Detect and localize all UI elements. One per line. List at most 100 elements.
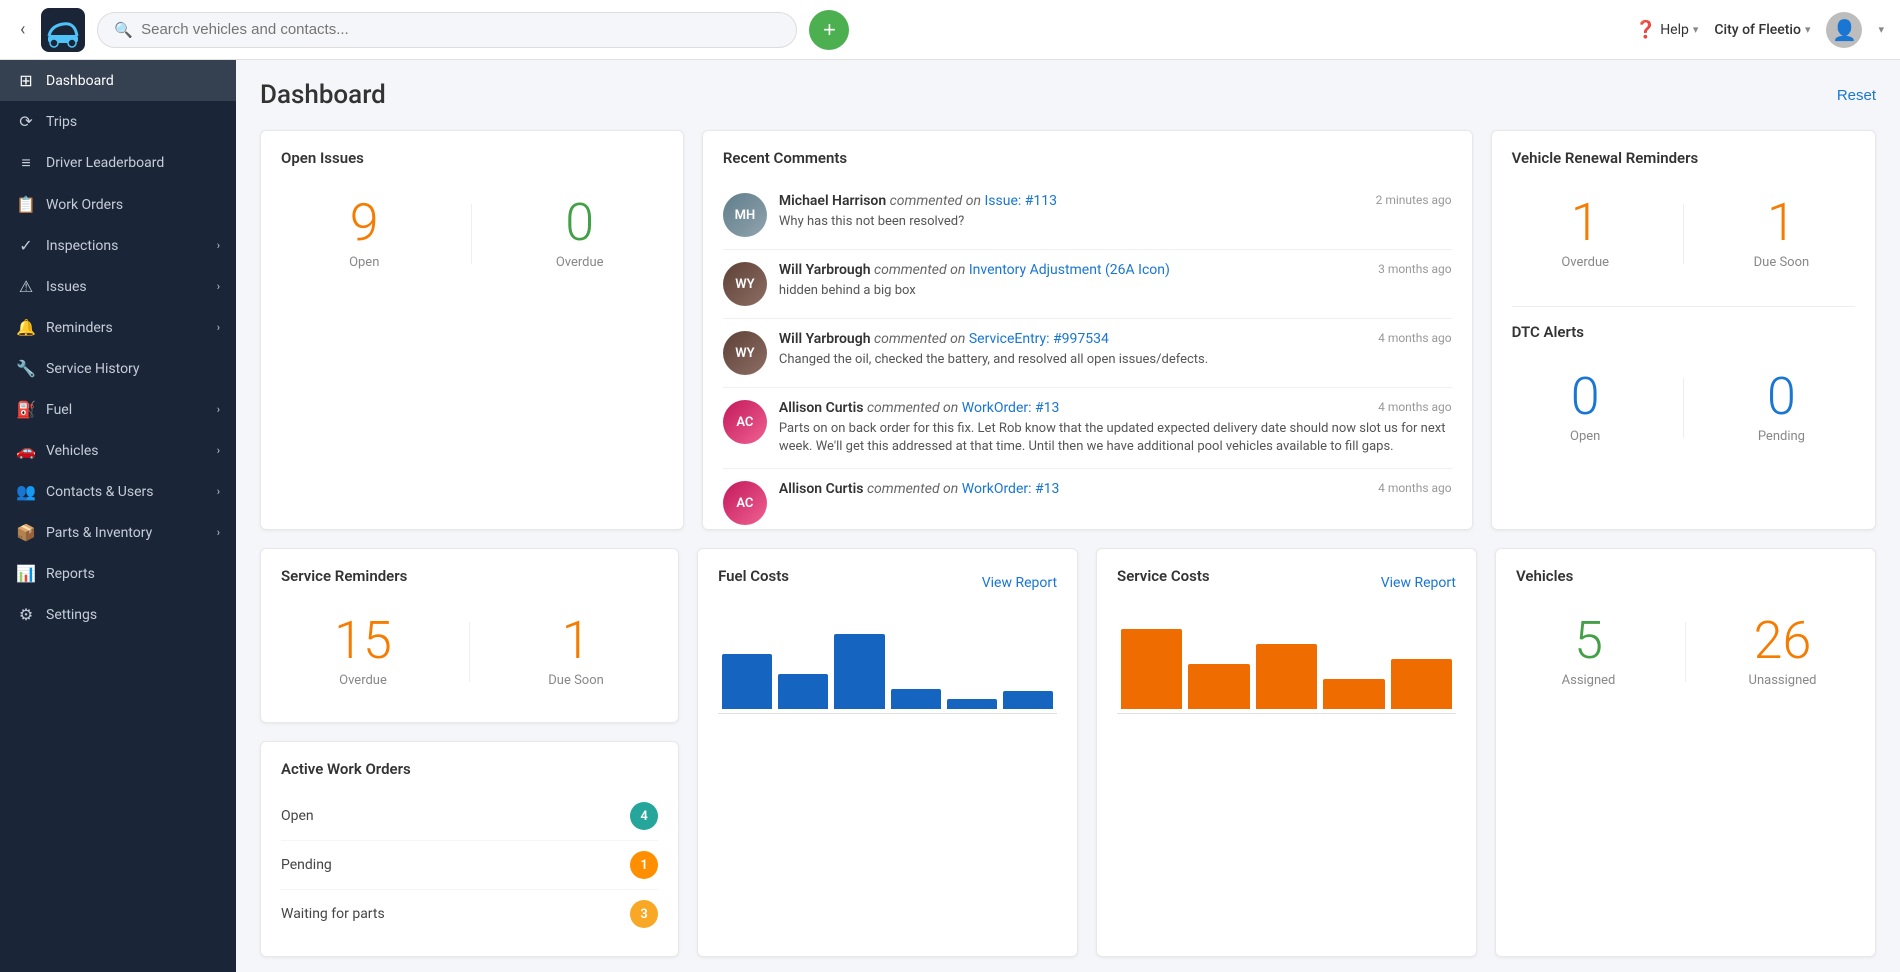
service-reminders-due-soon-value: 1 (494, 615, 658, 667)
sidebar-chevron-fuel: › (217, 403, 220, 416)
back-button[interactable]: ‹ (16, 15, 29, 44)
avatar-chevron: ▾ (1878, 23, 1884, 36)
user-avatar[interactable]: 👤 (1826, 12, 1862, 48)
work-order-row: Pending 1 (281, 841, 658, 890)
comment-link[interactable]: WorkOrder: #13 (962, 400, 1060, 416)
comment-link[interactable]: ServiceEntry: #997534 (969, 331, 1109, 347)
search-bar[interactable]: 🔍 (97, 12, 797, 48)
comment-text: Changed the oil, checked the battery, an… (779, 351, 1452, 369)
help-menu[interactable]: ❓ Help ▾ (1635, 20, 1698, 40)
sidebar-icon-work-orders: 📋 (16, 195, 36, 214)
sidebar-chevron-contacts-users: › (217, 485, 220, 498)
fuel-chart-baseline (718, 713, 1057, 714)
vehicles-card: Vehicles 5 Assigned 26 Unassigned (1495, 548, 1876, 957)
comment-item: AC Allison Curtis commented on WorkOrder… (723, 388, 1452, 469)
sidebar-item-contacts-users[interactable]: 👥 Contacts & Users › (0, 471, 236, 512)
comment-body: Allison Curtis commented on WorkOrder: #… (779, 400, 1452, 456)
comment-avatar: MH (723, 193, 767, 237)
sidebar-icon-driver-leaderboard: ≡ (16, 153, 36, 173)
work-order-row: Waiting for parts 3 (281, 890, 658, 938)
sidebar-item-reports[interactable]: 📊 Reports (0, 553, 236, 594)
divider (469, 622, 470, 682)
fuel-chart (718, 609, 1057, 709)
comment-item: WY Will Yarbrough commented on Inventory… (723, 250, 1452, 319)
service-costs-card: Service Costs View Report (1096, 548, 1477, 957)
bar (1188, 664, 1249, 709)
sidebar-item-parts-inventory[interactable]: 📦 Parts & Inventory › (0, 512, 236, 553)
org-menu[interactable]: City of Fleetio ▾ (1714, 22, 1810, 38)
sidebar-item-trips[interactable]: ⟳ Trips (0, 101, 236, 142)
sidebar-item-settings[interactable]: ⚙ Settings (0, 594, 236, 635)
service-reminders-overdue: 15 Overdue (281, 615, 445, 688)
help-label: Help (1660, 22, 1689, 38)
comment-header: Allison Curtis commented on WorkOrder: #… (779, 400, 1452, 416)
comment-author: Allison Curtis commented on WorkOrder: #… (779, 481, 1059, 497)
sidebar-chevron-inspections: › (217, 239, 220, 252)
comment-time: 4 months ago (1378, 400, 1452, 414)
bar (1256, 644, 1317, 709)
comment-body: Will Yarbrough commented on Inventory Ad… (779, 262, 1452, 306)
service-chart-baseline (1117, 713, 1456, 714)
comment-text: Why has this not been resolved? (779, 213, 1452, 231)
add-button[interactable]: + (809, 10, 849, 50)
comment-link[interactable]: Issue: #113 (984, 193, 1057, 209)
open-issues-card: Open Issues 9 Open 0 Overdue (260, 130, 684, 530)
comment-time: 4 months ago (1378, 331, 1452, 345)
comment-link[interactable]: Inventory Adjustment (26A Icon) (969, 262, 1170, 278)
sidebar-item-inspections[interactable]: ✓ Inspections › (0, 225, 236, 266)
comments-list: MH Michael Harrison commented on Issue: … (723, 181, 1452, 530)
bar (891, 689, 941, 709)
sidebar-item-work-orders[interactable]: 📋 Work Orders (0, 184, 236, 225)
comment-header: Will Yarbrough commented on ServiceEntry… (779, 331, 1452, 347)
comment-author: Michael Harrison commented on Issue: #11… (779, 193, 1057, 209)
sidebar-icon-inspections: ✓ (16, 236, 36, 255)
bar (1391, 659, 1452, 709)
sidebar-icon-contacts-users: 👥 (16, 482, 36, 501)
sidebar-icon-vehicles: 🚗 (16, 441, 36, 460)
sidebar-item-dashboard[interactable]: ⊞ Dashboard (0, 60, 236, 101)
search-input[interactable] (141, 21, 780, 38)
sidebar-item-reminders[interactable]: 🔔 Reminders › (0, 307, 236, 348)
help-icon: ❓ (1635, 20, 1656, 40)
bar (1003, 691, 1053, 709)
layout: ⊞ Dashboard ⟳ Trips ≡ Driver Leaderboard… (0, 60, 1900, 972)
recent-comments-title: Recent Comments (723, 149, 1452, 167)
comment-body: Michael Harrison commented on Issue: #11… (779, 193, 1452, 237)
vehicles-unassigned-label: Unassigned (1710, 673, 1855, 688)
sidebar-item-service-history[interactable]: 🔧 Service History (0, 348, 236, 389)
dtc-pending-value: 0 (1708, 371, 1855, 423)
vehicle-renewal-overdue-label: Overdue (1512, 255, 1659, 270)
logo[interactable] (41, 8, 85, 52)
sidebar-item-fuel[interactable]: ⛽ Fuel › (0, 389, 236, 430)
topnav-right: ❓ Help ▾ City of Fleetio ▾ 👤 ▾ (1635, 12, 1884, 48)
divider (1683, 378, 1684, 438)
dtc-pending: 0 Pending (1708, 371, 1855, 444)
comment-author: Allison Curtis commented on WorkOrder: #… (779, 400, 1059, 416)
service-reminders-metrics: 15 Overdue 1 Due Soon (281, 599, 658, 704)
dtc-open-value: 0 (1512, 371, 1659, 423)
dtc-alerts-title: DTC Alerts (1512, 323, 1855, 341)
sidebar-label-driver-leaderboard: Driver Leaderboard (46, 155, 164, 171)
open-issues-title: Open Issues (281, 149, 663, 167)
reset-button[interactable]: Reset (1837, 87, 1876, 104)
vehicles-metrics: 5 Assigned 26 Unassigned (1516, 599, 1855, 704)
sidebar-label-settings: Settings (46, 607, 97, 623)
sidebar-icon-reminders: 🔔 (16, 318, 36, 337)
sidebar-label-reminders: Reminders (46, 320, 113, 336)
sidebar-item-vehicles[interactable]: 🚗 Vehicles › (0, 430, 236, 471)
bar (834, 634, 884, 709)
fuel-costs-view-report[interactable]: View Report (982, 575, 1057, 591)
service-costs-view-report[interactable]: View Report (1381, 575, 1456, 591)
sidebar-item-issues[interactable]: ⚠ Issues › (0, 266, 236, 307)
sidebar-icon-trips: ⟳ (16, 112, 36, 131)
service-reminders-due-soon: 1 Due Soon (494, 615, 658, 688)
bar (1121, 629, 1182, 709)
comment-item: WY Will Yarbrough commented on ServiceEn… (723, 319, 1452, 388)
open-issues-overdue-value: 0 (496, 197, 662, 249)
comment-link[interactable]: WorkOrder: #13 (962, 481, 1060, 497)
open-issues-open: 9 Open (281, 197, 447, 270)
vehicle-renewal-overdue-value: 1 (1512, 197, 1659, 249)
sidebar-item-driver-leaderboard[interactable]: ≡ Driver Leaderboard (0, 142, 236, 184)
divider (1683, 204, 1684, 264)
sidebar-chevron-vehicles: › (217, 444, 220, 457)
